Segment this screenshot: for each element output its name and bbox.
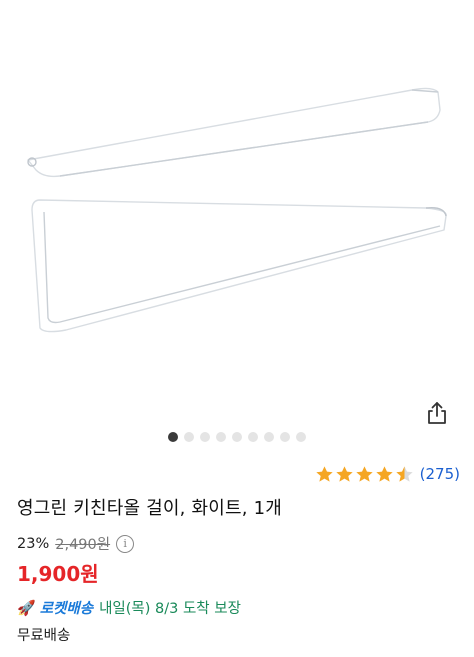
- gallery-dot[interactable]: [296, 432, 306, 442]
- sale-price: 1,900원: [17, 562, 99, 586]
- delivery-eta: 내일(목) 8/3 도착 보장: [99, 601, 241, 617]
- share-icon[interactable]: [424, 400, 450, 426]
- gallery-dot[interactable]: [232, 432, 242, 442]
- gallery-dot[interactable]: [248, 432, 258, 442]
- info-icon[interactable]: i: [116, 534, 135, 553]
- star-full-icon: [355, 465, 373, 482]
- rating-stars: [315, 465, 414, 484]
- star-full-icon: [375, 465, 393, 482]
- star-half-icon: [395, 465, 413, 482]
- review-count-link[interactable]: (275): [420, 465, 460, 483]
- gallery-dot[interactable]: [168, 432, 178, 442]
- gallery-dot[interactable]: [216, 432, 226, 442]
- discount-rate: 23%: [17, 535, 50, 552]
- gallery-dot[interactable]: [280, 432, 290, 442]
- product-image[interactable]: [0, 0, 474, 400]
- rocket-icon: 🚀: [17, 598, 36, 617]
- star-full-icon: [315, 465, 333, 482]
- gallery-pagination[interactable]: [0, 432, 474, 444]
- original-price: 2,490원: [55, 537, 111, 553]
- gallery-dot[interactable]: [264, 432, 274, 442]
- gallery-dot[interactable]: [184, 432, 194, 442]
- shipping-fee: 무료배송: [17, 628, 71, 644]
- delivery-info: 🚀 로켓배송 내일(목) 8/3 도착 보장: [17, 597, 241, 618]
- product-rating[interactable]: (275): [315, 463, 460, 485]
- rocket-delivery-badge: 로켓배송: [39, 601, 94, 617]
- product-title: 영그린 키친타올 걸이, 화이트, 1개: [17, 498, 283, 519]
- price-row: 23% 2,490원 i: [17, 533, 135, 554]
- star-full-icon: [335, 465, 353, 482]
- gallery-dot[interactable]: [200, 432, 210, 442]
